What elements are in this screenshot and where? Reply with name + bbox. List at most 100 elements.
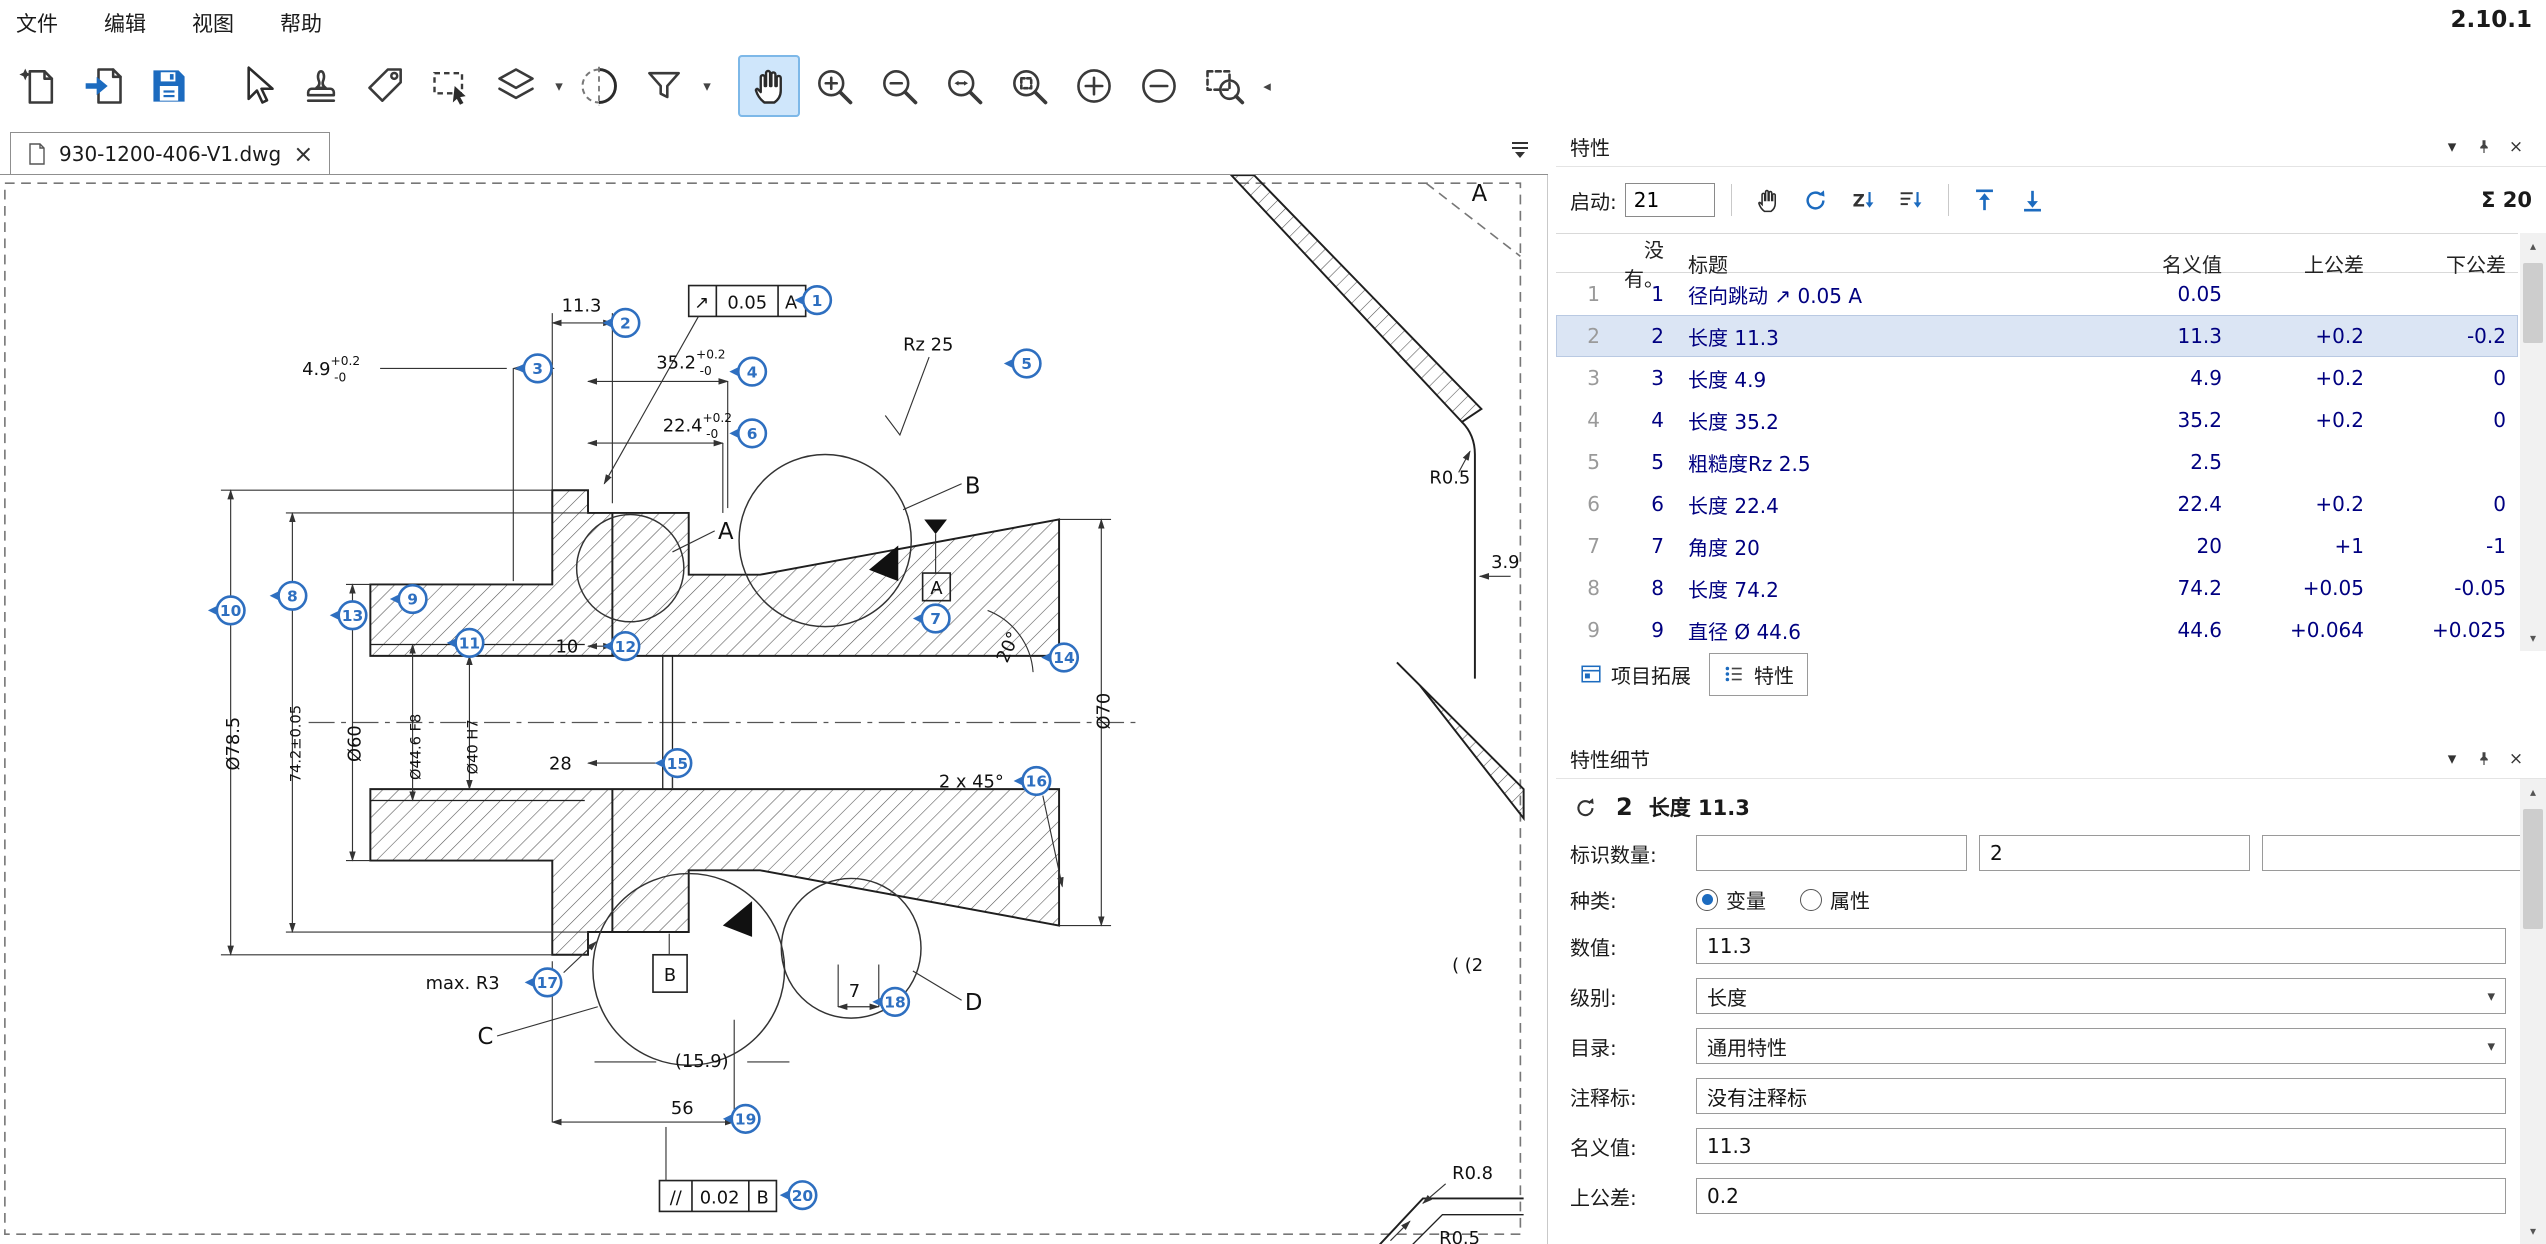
- panel-pin-icon[interactable]: [2468, 133, 2500, 161]
- scroll-up-icon[interactable]: ▴: [2520, 779, 2546, 805]
- scroll-thumb[interactable]: [2523, 809, 2543, 929]
- open-document-button[interactable]: [73, 55, 135, 117]
- stamp-button[interactable]: [290, 55, 352, 117]
- id-count-field-1[interactable]: [1696, 835, 1967, 871]
- pick-hand-icon[interactable]: [1748, 182, 1788, 218]
- zoom-extents-button[interactable]: [933, 55, 995, 117]
- radio-variable-label[interactable]: 变量: [1726, 885, 1766, 914]
- table-row[interactable]: 1 1 径向跳动 ↗ 0.05 A 0.05: [1556, 273, 2518, 315]
- marquee-select-button[interactable]: [420, 55, 482, 117]
- scroll-down-icon[interactable]: ▾: [2520, 625, 2546, 651]
- radio-attribute[interactable]: [1800, 889, 1822, 911]
- radio-attribute-label[interactable]: 属性: [1830, 885, 1870, 914]
- zoom-in-button[interactable]: [803, 55, 865, 117]
- tab-characteristics[interactable]: 特性: [1709, 653, 1808, 696]
- filter-button[interactable]: [633, 55, 695, 117]
- balloon-18[interactable]: 18: [872, 988, 909, 1016]
- svg-text:3: 3: [532, 360, 543, 378]
- select-arrow-button[interactable]: [225, 55, 287, 117]
- svg-text:6: 6: [747, 425, 758, 443]
- tab-close-icon[interactable]: ×: [293, 142, 313, 166]
- scroll-up-icon[interactable]: ▴: [2520, 233, 2546, 259]
- table-row[interactable]: 5 5 粗糙度Rz 2.5 2.5: [1556, 441, 2518, 483]
- sort-z-icon[interactable]: Z: [1844, 182, 1884, 218]
- zoom-selection-button[interactable]: [1193, 55, 1255, 117]
- sort-list-icon[interactable]: [1892, 182, 1932, 218]
- id-count-field-3[interactable]: [2262, 835, 2533, 871]
- table-row-selected[interactable]: 2 2 长度 11.3 11.3 +0.2 -0.2: [1556, 315, 2518, 357]
- tab-project-extension[interactable]: 项目拓展: [1566, 653, 1705, 696]
- upper-tolerance-field[interactable]: [1696, 1178, 2506, 1214]
- balloon-17[interactable]: 17: [525, 969, 562, 997]
- nominal-field[interactable]: [1696, 1128, 2506, 1164]
- col-header-lower[interactable]: 下公差: [2376, 249, 2518, 278]
- id-count-label: 标识数量:: [1570, 839, 1696, 868]
- tab-list-menu-button[interactable]: [1508, 140, 1532, 164]
- table-row[interactable]: 4 4 长度 35.2 35.2 +0.2 0: [1556, 399, 2518, 441]
- balloon-20[interactable]: 20: [780, 1181, 817, 1209]
- details-scrollbar[interactable]: ▴ ▾: [2520, 779, 2546, 1244]
- balloon-1[interactable]: 1: [794, 286, 831, 314]
- balloon-10[interactable]: 10: [208, 597, 245, 625]
- table-row[interactable]: 8 8 长度 74.2 74.2 +0.05 -0.05: [1556, 567, 2518, 609]
- balloon-8[interactable]: 8: [270, 582, 307, 610]
- balloon-15[interactable]: 15: [655, 749, 692, 777]
- menu-view[interactable]: 视图: [192, 8, 234, 38]
- layers-dropdown-arrow[interactable]: ▾: [550, 77, 568, 95]
- balloons: 1 2 3 4 5 6 7 8 9 10 11 12 13 14 15 16 1…: [208, 286, 1078, 1209]
- balloon-2[interactable]: 2: [603, 309, 640, 337]
- document-tab-bar: 930-1200-406-V1.dwg ×: [0, 127, 1548, 175]
- move-bottom-icon[interactable]: [2013, 182, 2053, 218]
- new-document-button[interactable]: [8, 55, 70, 117]
- table-row[interactable]: 3 3 长度 4.9 4.9 +0.2 0: [1556, 357, 2518, 399]
- balloon-4[interactable]: 4: [729, 358, 766, 386]
- panel-close-icon[interactable]: ×: [2500, 133, 2532, 161]
- col-header-title[interactable]: 标题: [1676, 249, 2032, 278]
- svg-text:4: 4: [747, 363, 758, 381]
- document-tab[interactable]: 930-1200-406-V1.dwg ×: [10, 132, 330, 174]
- layers-button[interactable]: [485, 55, 547, 117]
- drawing-canvas[interactable]: A ↗ 0.05 A 11.: [0, 175, 1548, 1244]
- col-header-nominal[interactable]: 名义值: [2032, 249, 2234, 278]
- renumber-icon[interactable]: [1796, 182, 1836, 218]
- row-lower: 0: [2376, 492, 2518, 516]
- table-row[interactable]: 9 9 直径 Ø 44.6 44.6 +0.064 +0.025: [1556, 609, 2518, 651]
- row-nominal: 0.05: [2032, 282, 2234, 306]
- pan-hand-button[interactable]: [738, 55, 800, 117]
- balloon-3[interactable]: 3: [515, 355, 552, 383]
- scroll-thumb[interactable]: [2523, 263, 2543, 343]
- zoom-window-button[interactable]: [998, 55, 1060, 117]
- start-input[interactable]: [1625, 183, 1715, 217]
- scroll-down-icon[interactable]: ▾: [2520, 1218, 2546, 1244]
- mirror-arc-button[interactable]: [568, 55, 630, 117]
- move-top-icon[interactable]: [1965, 182, 2005, 218]
- table-row[interactable]: 6 6 长度 22.4 22.4 +0.2 0: [1556, 483, 2518, 525]
- zoom-out-button[interactable]: [868, 55, 930, 117]
- radio-variable[interactable]: [1696, 889, 1718, 911]
- menu-edit[interactable]: 编辑: [104, 8, 146, 38]
- balloon-19[interactable]: 19: [723, 1105, 760, 1133]
- balloon-6[interactable]: 6: [729, 420, 766, 448]
- catalog-select[interactable]: 通用特性 ▾: [1696, 1028, 2506, 1064]
- menu-file[interactable]: 文件: [16, 8, 58, 38]
- panel-pin-icon[interactable]: [2468, 745, 2500, 773]
- level-select[interactable]: 长度 ▾: [1696, 978, 2506, 1014]
- note-field[interactable]: [1696, 1078, 2506, 1114]
- tag-button[interactable]: [355, 55, 417, 117]
- value-field[interactable]: [1696, 928, 2506, 964]
- table-row[interactable]: 7 7 角度 20 20 +1 -1: [1556, 525, 2518, 567]
- panel-close-icon[interactable]: ×: [2500, 745, 2532, 773]
- filter-dropdown-arrow[interactable]: ▾: [698, 77, 716, 95]
- balloon-13[interactable]: 13: [330, 601, 367, 629]
- save-button[interactable]: [138, 55, 200, 117]
- table-scrollbar[interactable]: ▴ ▾: [2520, 233, 2546, 651]
- decrease-button[interactable]: [1128, 55, 1190, 117]
- panel-collapse-icon[interactable]: ▾: [2436, 745, 2468, 773]
- id-count-field-2[interactable]: [1979, 835, 2250, 871]
- panel-collapse-icon[interactable]: ▾: [2436, 133, 2468, 161]
- toolbar-collapse-arrow[interactable]: ◂: [1258, 77, 1276, 95]
- col-header-upper[interactable]: 上公差: [2234, 249, 2376, 278]
- balloon-5[interactable]: 5: [1004, 350, 1041, 378]
- menu-help[interactable]: 帮助: [280, 8, 322, 38]
- increase-button[interactable]: [1063, 55, 1125, 117]
